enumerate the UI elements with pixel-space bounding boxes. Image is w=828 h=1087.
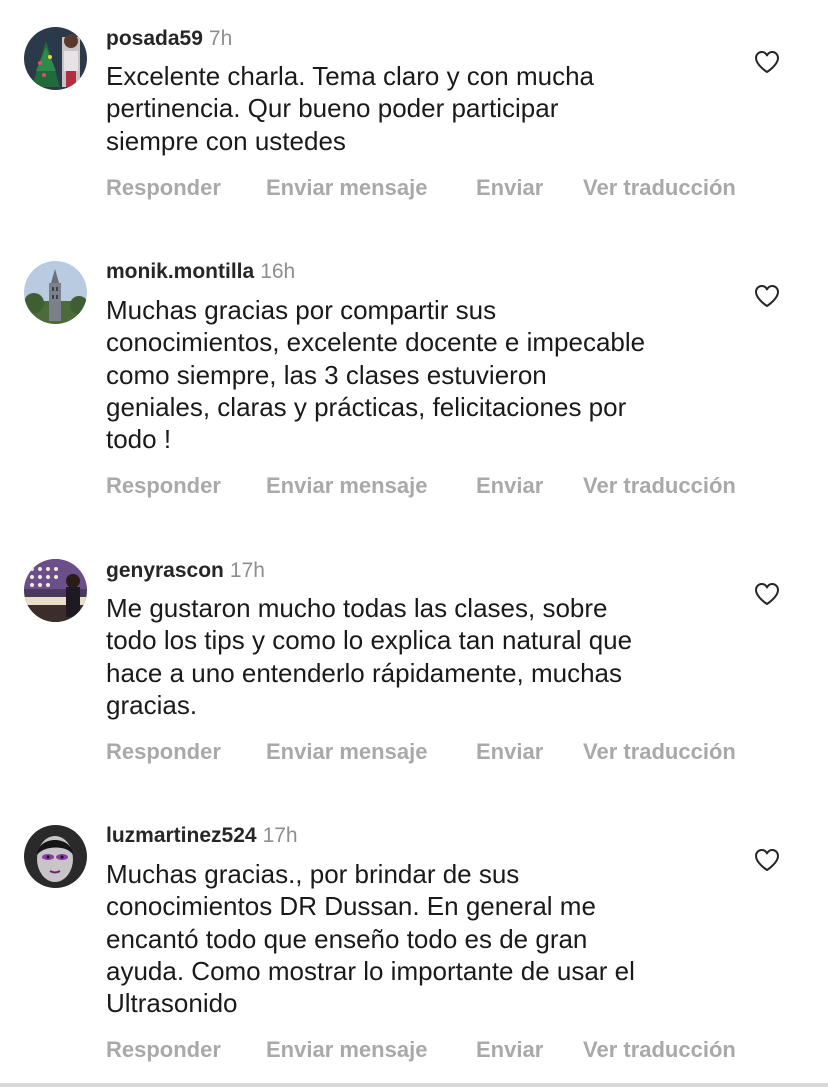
comment-text: Muchas gracias., por brindar de sus cono… xyxy=(106,858,746,1019)
heart-outline-icon[interactable] xyxy=(754,848,780,872)
comment-item: luzmartinez524 17h Muchas gracias., por b… xyxy=(0,0,828,1080)
divider xyxy=(0,1083,828,1087)
see-translation-button[interactable]: Ver traducción xyxy=(583,1035,736,1065)
reply-button[interactable]: Responder xyxy=(106,1035,221,1065)
timestamp: 17h xyxy=(262,824,298,847)
comment-header: luzmartinez524 17h xyxy=(106,822,298,850)
comment-line: ayuda. Como mostrar lo importante de usa… xyxy=(106,955,635,986)
comment-line: conocimientos DR Dussan. En general me xyxy=(106,891,596,922)
comment-line: encantó todo que enseño todo es de gran xyxy=(106,923,588,954)
send-button[interactable]: Enviar xyxy=(476,1035,543,1065)
avatar[interactable] xyxy=(24,825,87,888)
send-message-button[interactable]: Enviar mensaje xyxy=(266,1035,427,1065)
comment-line: Muchas gracias., por brindar de sus xyxy=(106,859,520,889)
username[interactable]: luzmartinez524 xyxy=(106,824,257,847)
comment-line: Ultrasonido xyxy=(106,988,238,1019)
